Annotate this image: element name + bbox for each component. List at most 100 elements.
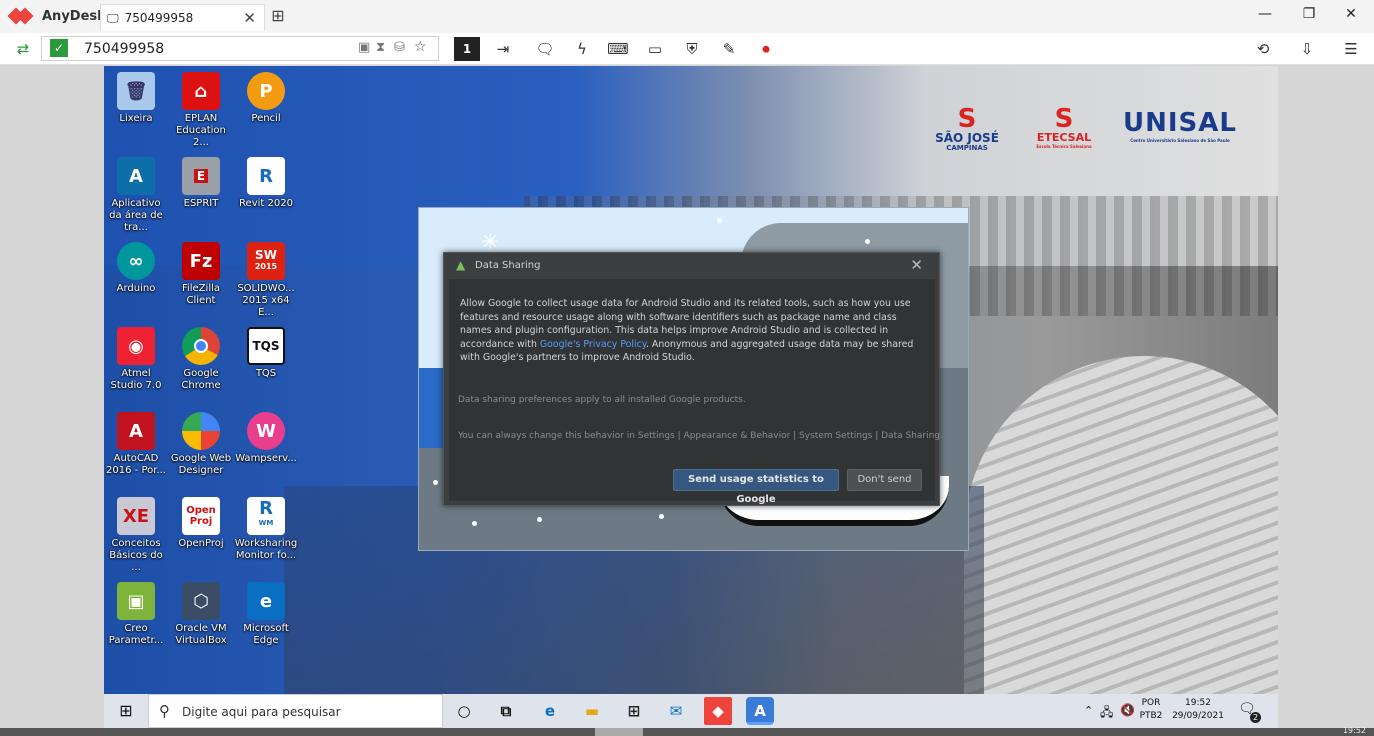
system-tray: ⌃ 🖧 🔇 POR PTB2 19:52 29/09/2021 🗨 2: [1078, 694, 1278, 728]
tab-close-icon[interactable]: ✕: [243, 9, 256, 27]
monitor-icon: 🖵: [107, 10, 119, 25]
openproj-icon: Open Proj: [182, 497, 220, 535]
address-field[interactable]: ✓ 750499958 ▣ ⧗ ⛁ ☆: [41, 36, 439, 61]
desktop-icon-lixeira[interactable]: 🗑 Lixeira: [104, 72, 168, 125]
file-explorer-icon[interactable]: ▬: [578, 697, 606, 725]
storage-icon[interactable]: ⛁: [394, 40, 405, 55]
privacy-policy-link[interactable]: Google's Privacy Policy: [540, 339, 646, 350]
dialog-description: Allow Google to collect usage data for A…: [460, 298, 914, 363]
display-settings-icon[interactable]: ▭: [642, 37, 668, 61]
revit-icon: R: [247, 157, 285, 195]
search-placeholder: Digite aqui para pesquisar: [182, 705, 341, 719]
whiteboard-pen-icon[interactable]: ✎: [716, 37, 742, 61]
windows-taskbar: ⊞ ⚲ Digite aqui para pesquisar ○ ⧉ e ▬ ⊞…: [104, 694, 1278, 728]
switch-sides-icon[interactable]: ⇥: [490, 37, 516, 61]
desktop-icon-revit[interactable]: R Revit 2020: [234, 157, 298, 210]
mail-icon[interactable]: ✉: [662, 697, 690, 725]
etecsal-logo: S ETECSAL Escola Técnica Salesiana: [1036, 104, 1092, 149]
unisal-logo: UNISAL Centro Universitário Salesiano de…: [1123, 108, 1237, 143]
search-icon: ⚲: [159, 702, 170, 720]
cortana-icon[interactable]: ○: [450, 697, 478, 725]
preferences-note: Data sharing preferences apply to all in…: [458, 395, 746, 405]
desktop-icon-creo[interactable]: ▣ Creo Parametr...: [104, 582, 168, 647]
desktop-icon-arduino[interactable]: ∞ Arduino: [104, 242, 168, 295]
wampserver-icon: W: [247, 412, 285, 450]
maximize-button[interactable]: ❐: [1294, 6, 1324, 26]
desktop-icon-tqs[interactable]: TQS TQS: [234, 327, 298, 380]
desktop-icon-atmel[interactable]: ◉ Atmel Studio 7.0: [104, 327, 168, 392]
anydesk-logo: AnyDesk: [7, 6, 106, 26]
scroll-indicator[interactable]: [595, 728, 643, 736]
anydesk-taskbar-icon[interactable]: ◆: [704, 697, 732, 725]
sao-jose-logo: S SÃO JOSÉ CAMPINAS: [935, 104, 999, 152]
bottom-clock: 19:52: [1342, 726, 1366, 735]
eplan-icon: ⌂: [182, 72, 220, 110]
favorite-star-icon[interactable]: ☆: [414, 39, 427, 55]
taskbar-search-box[interactable]: ⚲ Digite aqui para pesquisar: [148, 694, 443, 728]
chat-icon[interactable]: 🗨: [532, 37, 558, 61]
android-studio-taskbar-icon[interactable]: A: [746, 697, 774, 725]
session-tab-title: 750499958: [124, 11, 194, 25]
actions-lightning-icon[interactable]: ϟ: [569, 37, 595, 61]
desktop-icon-google-web-designer[interactable]: Google Web Designer: [169, 412, 233, 477]
language-indicator[interactable]: POR PTB2: [1138, 698, 1164, 721]
splash-dot: [472, 521, 477, 526]
hourglass-icon[interactable]: ⧗: [376, 40, 385, 55]
show-hidden-icons[interactable]: ⌃: [1084, 704, 1093, 717]
clock[interactable]: 19:52 29/09/2021: [1170, 698, 1226, 721]
filezilla-icon: Fz: [182, 242, 220, 280]
window-close-button[interactable]: ✕: [1336, 6, 1366, 26]
desktop-icon-pencil[interactable]: P Pencil: [234, 72, 298, 125]
recycle-bin-icon: 🗑: [117, 72, 155, 110]
desktop-icon-wampserver[interactable]: W Wampserv...: [234, 412, 298, 465]
send-usage-statistics-button[interactable]: Send usage statistics to Google: [673, 469, 839, 505]
task-view-icon[interactable]: ⧉: [492, 697, 520, 725]
desktop-icon-esprit[interactable]: E ESPRIT: [169, 157, 233, 210]
dont-send-button[interactable]: Don't send: [847, 469, 922, 491]
history-icon[interactable]: ⟲: [1250, 37, 1276, 61]
desktop-icon-openproj[interactable]: Open Proj OpenProj: [169, 497, 233, 550]
keyboard-icon[interactable]: ⌨: [605, 37, 631, 61]
screen-icon[interactable]: ▣: [358, 40, 370, 55]
app-name: AnyDesk: [42, 8, 106, 24]
permissions-shield-icon[interactable]: ⛨: [679, 37, 705, 61]
network-icon[interactable]: 🖧: [1100, 703, 1113, 724]
desktop-icon-autocad[interactable]: A AutoCAD 2016 - Por...: [104, 412, 168, 477]
desktop-icon-chrome[interactable]: Google Chrome: [169, 327, 233, 392]
desktop-icon-conceitos[interactable]: XE Conceitos Básicos do ...: [104, 497, 168, 574]
minimize-button[interactable]: —: [1250, 6, 1280, 26]
dialog-close-icon[interactable]: ✕: [910, 256, 923, 274]
esprit-icon: E: [182, 157, 220, 195]
desktop-icon-filezilla[interactable]: Fz FileZilla Client: [169, 242, 233, 307]
record-session-icon[interactable]: ⏺: [753, 37, 779, 61]
desktop-icon-edge[interactable]: e Microsoft Edge: [234, 582, 298, 647]
main-menu-icon[interactable]: ☰: [1338, 37, 1364, 61]
desktop-icon-eplan[interactable]: ⌂ EPLAN Education 2...: [169, 72, 233, 149]
store-icon[interactable]: ⊞: [620, 697, 648, 725]
desktop-icon-aplicativo[interactable]: A Aplicativo da área de tra...: [104, 157, 168, 234]
autocad-icon: A: [117, 412, 155, 450]
connection-status-icon: ⇄: [16, 40, 30, 58]
splash-dot: [433, 480, 438, 485]
creo-icon: ▣: [117, 582, 155, 620]
splash-dot: [865, 239, 870, 244]
android-icon: ▲: [456, 258, 466, 272]
virtualbox-icon: ⬡: [182, 582, 220, 620]
verified-check-icon: ✓: [50, 39, 68, 57]
edge-taskbar-icon[interactable]: e: [536, 697, 564, 725]
display-selector-button[interactable]: 1: [454, 37, 480, 61]
dialog-body: Allow Google to collect usage data for A…: [449, 279, 943, 505]
desktop-icon-solidworks[interactable]: SW 2015 SOLIDWO... 2015 x64 E...: [234, 242, 298, 319]
download-icon[interactable]: ⇩: [1294, 37, 1320, 61]
windows-start-icon[interactable]: ⊞: [104, 694, 148, 728]
arduino-icon: ∞: [117, 242, 155, 280]
volume-muted-icon[interactable]: 🔇: [1120, 703, 1135, 717]
anydesk-title-bar: AnyDesk 🖵 750499958 ✕ ⊞ — ❐ ✕: [0, 0, 1374, 33]
new-tab-icon[interactable]: ⊞: [268, 6, 288, 26]
session-tab[interactable]: 🖵 750499958 ✕: [100, 4, 265, 31]
address-value: 750499958: [84, 41, 165, 57]
tqs-icon: TQS: [247, 327, 285, 365]
desktop-icon-virtualbox[interactable]: ⬡ Oracle VM VirtualBox: [169, 582, 233, 647]
chrome-icon: [182, 327, 220, 365]
desktop-icon-worksharing[interactable]: R WM Worksharing Monitor fo...: [234, 497, 298, 562]
